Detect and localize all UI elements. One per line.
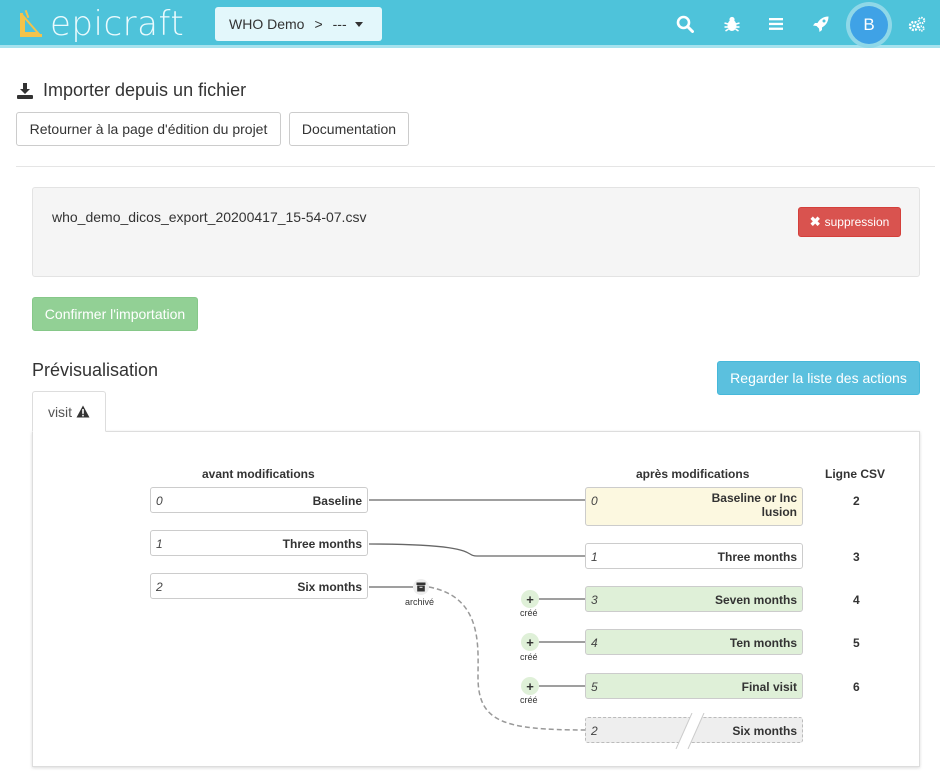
node-label: Six months (297, 580, 362, 594)
after-node-six-months-archived: 2 Six months (585, 713, 803, 749)
node-index: 1 (156, 537, 163, 551)
plus-icon: + (521, 633, 539, 651)
logo[interactable]: epicraft (18, 6, 184, 42)
created-label: créé (520, 695, 538, 705)
divider (16, 166, 935, 167)
search-icon[interactable] (673, 12, 697, 36)
node-index: 5 (591, 680, 598, 694)
project-sub: --- (332, 16, 347, 32)
created-label: créé (520, 608, 538, 618)
tab-visit-label: visit (47, 403, 73, 420)
after-node-baseline: 0 Baseline or Inc lusion (585, 487, 803, 526)
csv-line: 2 (853, 494, 860, 508)
tab-visit[interactable]: visit (32, 391, 106, 432)
node-index: 0 (156, 494, 163, 508)
csv-line: 6 (853, 680, 860, 694)
logo-text: epicraft (50, 4, 185, 44)
avatar[interactable]: B (850, 6, 888, 44)
created-label: créé (520, 652, 538, 662)
download-icon (17, 82, 33, 99)
chevron-down-icon (354, 21, 363, 27)
before-heading: avant modifications (202, 467, 315, 481)
close-icon: ✖ (809, 214, 821, 229)
break-marker (675, 713, 705, 749)
archive-marker (413, 579, 429, 595)
preview-panel: avant modifications après modifications … (32, 431, 920, 767)
node-index: 1 (591, 550, 598, 564)
file-name: who_demo_dicos_export_20200417_15-54-07.… (52, 209, 367, 225)
plus-icon: + (521, 590, 539, 608)
node-label: Baseline (312, 494, 362, 508)
navbar: epicraft WHO Demo > --- B (0, 0, 940, 48)
project-separator: > (314, 16, 323, 32)
page-title: Importer depuis un fichier (16, 80, 246, 101)
node-index: 3 (591, 593, 598, 607)
node-label-line: lusion (761, 505, 797, 519)
archive-icon (416, 582, 426, 592)
documentation-button[interactable]: Documentation (289, 112, 409, 146)
delete-file-button[interactable]: ✖ suppression (798, 207, 901, 237)
node-label: Seven months (714, 593, 797, 607)
rocket-icon[interactable] (809, 12, 833, 36)
node-index: 4 (591, 636, 598, 650)
project-selector[interactable]: WHO Demo > --- (215, 7, 382, 41)
plus-icon: + (521, 677, 539, 695)
node-label: Three months (282, 537, 362, 551)
node-index: 0 (591, 494, 598, 508)
node-label: Three months (717, 550, 797, 564)
logo-icon (20, 9, 42, 37)
menu-icon[interactable] (764, 12, 788, 36)
back-to-project-button[interactable]: Retourner à la page d'édition du projet (16, 112, 281, 146)
bug-icon[interactable] (720, 12, 744, 36)
node-label: Baseline or Inc lusion (687, 491, 797, 519)
after-heading: après modifications (636, 467, 750, 481)
cogs-icon[interactable] (905, 12, 929, 36)
csv-line: 4 (853, 593, 860, 607)
csv-line: 5 (853, 636, 860, 650)
archived-label: archivé (405, 597, 435, 607)
file-panel: who_demo_dicos_export_20200417_15-54-07.… (32, 187, 920, 277)
node-label: Final visit (741, 680, 797, 694)
page-title-text: Importer depuis un fichier (43, 80, 247, 100)
before-node-baseline: 0 Baseline (150, 487, 368, 513)
node-label-line: Baseline or Inc (711, 491, 797, 505)
after-node-final-visit: 5 Final visit (585, 673, 803, 699)
csv-line: 3 (853, 550, 860, 564)
project-name: WHO Demo (229, 16, 305, 32)
csv-heading: Ligne CSV (825, 467, 886, 481)
before-node-six-months: 2 Six months (150, 573, 368, 599)
node-index: 2 (156, 580, 163, 594)
after-node-three-months: 1 Three months (585, 543, 803, 569)
node-label: Six months (732, 724, 797, 738)
warning-icon (76, 405, 90, 418)
confirm-import-button[interactable]: Confirmer l'importation (32, 297, 198, 331)
node-index: 2 (591, 724, 598, 738)
after-node-seven-months: 3 Seven months (585, 586, 803, 612)
node-label: Ten months (729, 636, 797, 650)
preview-title: Prévisualisation (32, 360, 159, 380)
after-node-ten-months: 4 Ten months (585, 629, 803, 655)
delete-file-label: suppression (824, 215, 890, 229)
view-actions-button[interactable]: Regarder la liste des actions (717, 361, 920, 395)
before-node-three-months: 1 Three months (150, 530, 368, 556)
